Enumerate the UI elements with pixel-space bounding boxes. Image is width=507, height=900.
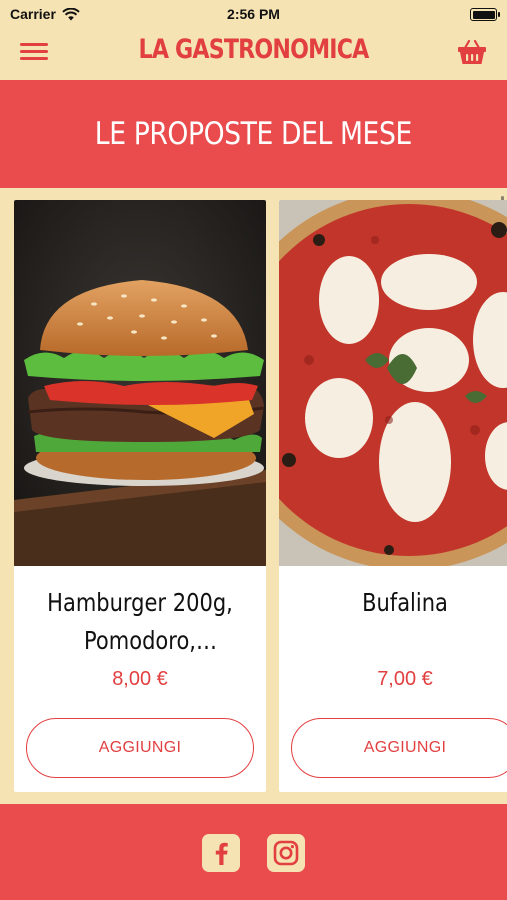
product-carousel[interactable]: Hamburger 200g, Pomodoro, Insalata, Ched… — [0, 188, 507, 804]
status-time: 2:56 PM — [227, 6, 280, 22]
facebook-icon[interactable] — [202, 834, 240, 872]
add-to-cart-button[interactable]: AGGIUNGI — [26, 718, 254, 778]
instagram-icon[interactable] — [267, 834, 305, 872]
product-price: 7,00 € — [377, 668, 433, 690]
product-card[interactable]: Bufalina 7,00 € AGGIUNGI — [279, 200, 507, 792]
status-bar: Carrier 2:56 PM — [0, 0, 507, 28]
hamburger-photo — [14, 200, 266, 566]
basket-icon[interactable] — [457, 38, 487, 66]
product-card[interactable]: Hamburger 200g, Pomodoro, Insalata, Ched… — [14, 200, 266, 792]
footer — [0, 804, 507, 900]
nav-bar: LA GASTRONOMICA — [0, 28, 507, 78]
hamburger-menu-icon[interactable] — [20, 40, 48, 64]
product-name: Hamburger 200g, Pomodoro, Insalata, Ched… — [47, 588, 233, 655]
battery-icon — [470, 8, 500, 21]
pizza-bufalina-photo — [279, 200, 507, 566]
app-title: LA GASTRONOMICA — [138, 34, 370, 65]
add-to-cart-button[interactable]: AGGIUNGI — [291, 718, 507, 778]
hero-title: LE PROPOSTE DEL MESE — [94, 116, 413, 152]
product-price: 8,00 € — [112, 668, 168, 690]
product-name: Bufalina — [362, 588, 448, 617]
hero-banner: LE PROPOSTE DEL MESE — [0, 80, 507, 188]
